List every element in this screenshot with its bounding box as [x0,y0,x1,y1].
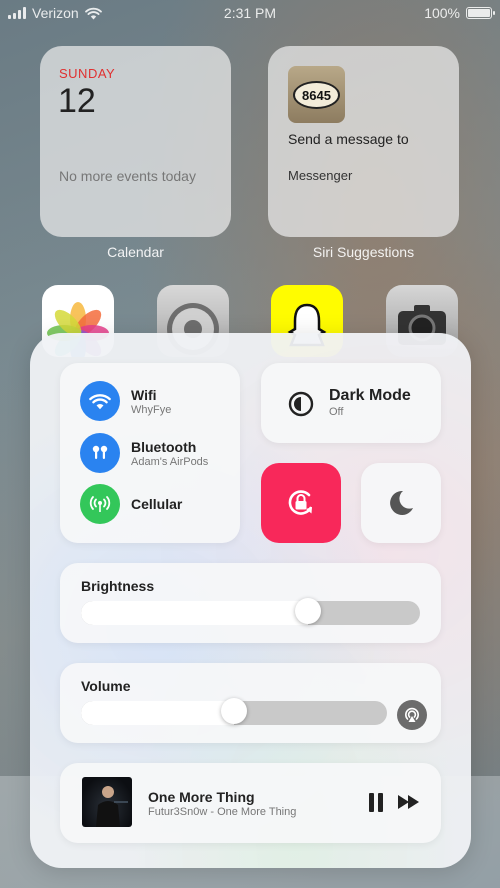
dark-mode-label: Dark Mode [329,387,411,404]
status-bar: Verizon 2:31 PM 100% [0,0,500,26]
battery-icon [466,7,495,19]
pause-icon [369,793,383,812]
brightness-knob[interactable] [295,598,321,624]
dark-mode-status: Off [329,406,344,418]
contact-photo: 8645 [288,66,345,123]
volume-knob[interactable] [221,698,247,724]
battery-percent: 100% [424,5,460,21]
volume-card: Volume [60,663,441,743]
airplay-button[interactable] [397,700,427,730]
fast-forward-icon [398,795,419,809]
siri-suggestion-title: Send a message to [288,131,409,147]
connectivity-card: Wifi WhyFye Bluetooth Adam's AirPods Cel… [60,363,240,543]
album-art [82,777,132,827]
pause-button[interactable] [368,793,384,817]
bluetooth-toggle[interactable]: Bluetooth Adam's AirPods [80,433,208,473]
siri-widget-label: Siri Suggestions [312,244,415,260]
airplay-icon [405,707,419,722]
status-right: 100% [424,5,495,21]
bluetooth-device-name: Adam's AirPods [131,455,209,468]
next-track-button[interactable] [398,795,420,814]
siri-suggestion-app: Messenger [288,168,353,183]
airpods-icon [80,433,120,473]
brightness-fill [81,601,308,625]
cellular-toggle[interactable]: Cellular [80,484,182,524]
cellular-label: Cellular [131,496,183,512]
do-not-disturb-button[interactable] [361,463,441,543]
bluetooth-label: Bluetooth [131,438,197,455]
wifi-toggle[interactable]: Wifi WhyFye [80,381,171,421]
song-title: One More Thing [148,789,255,805]
brightness-card: Brightness [60,563,441,643]
dark-mode-icon [288,391,314,417]
volume-fill [81,701,234,725]
rotation-lock-button[interactable] [261,463,341,543]
volume-label: Volume [81,678,131,694]
calendar-day-name: SUNDAY [59,66,116,81]
brightness-slider[interactable] [81,601,420,625]
dark-mode-toggle[interactable]: Dark Mode Off [261,363,441,443]
wifi-icon [80,381,120,421]
siri-suggestions-widget[interactable]: 8645 Send a message to Messenger [268,46,459,237]
calendar-widget[interactable]: SUNDAY 12 No more events today [40,46,231,237]
wifi-network-name: WhyFye [131,403,172,416]
cellular-icon [80,484,120,524]
calendar-date: 12 [58,82,96,120]
calendar-events-text: No more events today [59,168,196,184]
control-center-panel: Wifi WhyFye Bluetooth Adam's AirPods Cel… [30,333,471,868]
song-artist: Futur3Sn0w - One More Thing [148,806,297,818]
wifi-label: Wifi [131,386,157,403]
brightness-label: Brightness [81,578,155,594]
now-playing-card[interactable]: One More Thing Futur3Sn0w - One More Thi… [60,763,441,843]
contact-photo-text: 8645 [293,81,340,109]
calendar-widget-label: Calendar [107,244,164,260]
moon-icon [390,490,413,515]
rotation-lock-icon [288,490,312,515]
